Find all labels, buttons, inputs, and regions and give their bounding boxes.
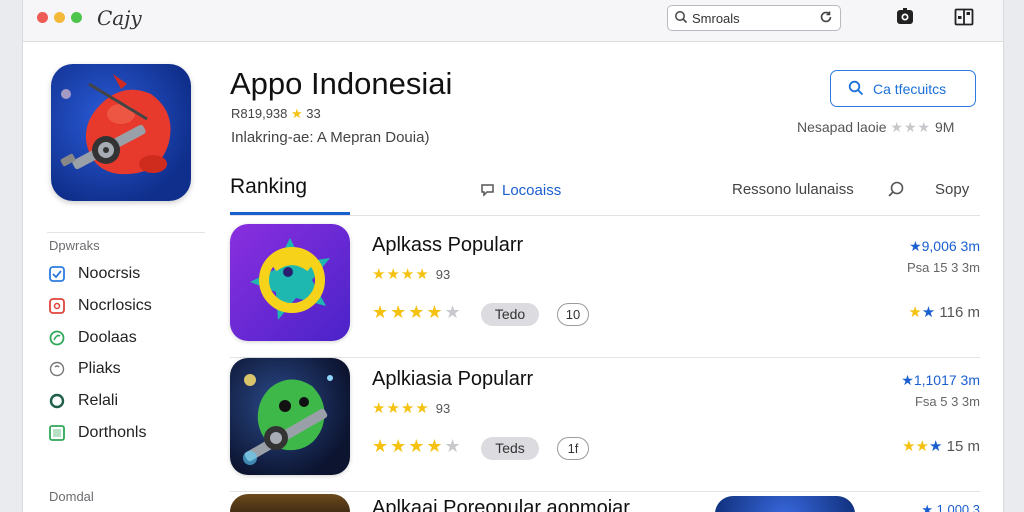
rate-value: 15 m bbox=[946, 438, 980, 455]
user-rating-stars: ★★★★★ bbox=[372, 436, 463, 457]
sidebar-heading: Dpwraks bbox=[49, 238, 100, 253]
row-divider bbox=[230, 491, 980, 492]
sidebar-item-label: Relali bbox=[78, 392, 119, 409]
app-icon bbox=[230, 494, 350, 512]
sidebar-item-nocrlosics[interactable]: Nocrlosics bbox=[49, 295, 209, 317]
stars-filled: ★★★★ bbox=[372, 436, 445, 456]
sidebar-item-dorthonls[interactable]: Dorthonls bbox=[49, 422, 209, 444]
size-label: Fsa 5 3 3m bbox=[914, 394, 980, 409]
stars-empty: ★ bbox=[444, 302, 463, 322]
cta-label: Ca tfecuitcs bbox=[873, 81, 947, 97]
rate-value: 116 m bbox=[939, 304, 980, 321]
app-icon bbox=[230, 358, 350, 475]
stars-empty: ★ bbox=[444, 436, 463, 456]
sidebar-item-label: Doolaas bbox=[78, 329, 137, 346]
search-box[interactable] bbox=[667, 5, 841, 31]
rate-label: ★★★ 15 m bbox=[902, 437, 980, 455]
search-icon bbox=[848, 80, 864, 99]
app-name: Aplkiasia Popularr bbox=[372, 368, 534, 390]
tabs-divider bbox=[230, 215, 980, 216]
stars: ★★★★ bbox=[372, 400, 430, 417]
price-label: ★9,006 3m bbox=[909, 238, 980, 255]
stars: ★★★★ bbox=[372, 266, 430, 283]
list-item[interactable]: Aplkaai Poreopular aopmoiar ★ 1,000 3 bbox=[230, 494, 980, 512]
tab-ranking[interactable]: Ranking bbox=[230, 175, 307, 205]
circle-icon bbox=[49, 361, 65, 377]
star-icon: ★ bbox=[901, 372, 914, 388]
search-icon bbox=[674, 10, 688, 29]
rating-count: 93 bbox=[435, 267, 451, 282]
notification-icon[interactable] bbox=[894, 6, 916, 28]
price-label: ★1,1017 3m bbox=[901, 372, 980, 389]
app-meta-suffix: 33 bbox=[306, 106, 321, 121]
zoom-button[interactable] bbox=[71, 12, 82, 23]
window-title: Cajy bbox=[97, 6, 142, 30]
rating-stars: ★★★ bbox=[890, 119, 932, 135]
promo-banner[interactable] bbox=[715, 496, 855, 512]
price-value: 1,1017 3m bbox=[913, 372, 980, 388]
count-pill[interactable]: 1f bbox=[557, 437, 589, 460]
sidebar-item-relali[interactable]: Relali bbox=[49, 390, 209, 412]
sidebar-divider bbox=[47, 232, 205, 233]
sidebar-item-pliaks[interactable]: Pliaks bbox=[49, 358, 209, 380]
rating-count: 93 bbox=[435, 401, 451, 416]
tab-sort[interactable]: Sopy bbox=[935, 181, 969, 211]
app-meta-prefix: R819,938 bbox=[231, 106, 288, 121]
ring-icon bbox=[49, 393, 65, 409]
chat-icon bbox=[479, 181, 497, 203]
category-pill[interactable]: Teds bbox=[481, 437, 539, 460]
category-pill[interactable]: Tedo bbox=[481, 303, 539, 326]
app-meta: R819,938 ★ 33 bbox=[231, 106, 321, 122]
rating-stars: ★★★★ 93 bbox=[372, 265, 450, 283]
rating-stars: ★★★★ 93 bbox=[372, 399, 450, 417]
app-store-window: Cajy Smroals Dpwraks Noocrsis Nocrlosics… bbox=[22, 0, 1004, 512]
sidebar-item-label: Pliaks bbox=[78, 360, 121, 377]
right-meta-text: Nesapad laoie bbox=[797, 119, 887, 135]
star-icon: ★ bbox=[908, 304, 922, 321]
sidebar-item-label: Noocrsis bbox=[78, 265, 141, 282]
user-rating-stars: ★★★★★ bbox=[372, 302, 463, 323]
leaf-icon bbox=[49, 330, 65, 346]
tab-label: Locoaiss bbox=[502, 182, 562, 199]
search-icon[interactable] bbox=[886, 180, 906, 210]
sidebar-footer-heading: Domdal bbox=[49, 489, 94, 504]
star-icon: ★ bbox=[909, 238, 922, 254]
cta-button[interactable]: Ca tfecuitcs bbox=[830, 70, 976, 107]
app-icon-large bbox=[51, 64, 191, 201]
minimize-button[interactable] bbox=[54, 12, 65, 23]
app-right-meta: Nesapad laoie ★★★ 9M bbox=[797, 119, 954, 136]
title-bar: Cajy bbox=[23, 0, 1003, 42]
check-square-icon bbox=[49, 425, 65, 441]
price-label: ★ 1,000 3 bbox=[921, 502, 980, 512]
list-item[interactable]: Aplkass Popularr ★★★★ 93 ★★★★★ Tedo 10 ★9… bbox=[230, 224, 980, 358]
list-item[interactable]: Aplkiasia Popularr ★★★★ 93 ★★★★★ Teds 1f … bbox=[230, 358, 980, 492]
app-name: Aplkaai Poreopular aopmoiar bbox=[372, 497, 630, 512]
size-label: Psa 15 3 3m bbox=[907, 260, 980, 275]
app-subtitle: Inlakring-ae: A Mepran Douia) bbox=[231, 129, 430, 146]
sidebar-toggle-icon[interactable] bbox=[953, 6, 975, 28]
count-pill[interactable]: 10 bbox=[557, 303, 589, 326]
sidebar-item-label: Nocrlosics bbox=[78, 297, 152, 314]
app-title: Appo Indonesiai bbox=[230, 66, 453, 101]
reload-icon[interactable] bbox=[818, 9, 834, 30]
star-icon: ★ bbox=[921, 304, 936, 321]
star-icon: ★★ bbox=[902, 438, 930, 455]
sidebar-item-noocrsis[interactable]: Noocrsis bbox=[49, 263, 209, 285]
right-meta-size: 9M bbox=[934, 119, 955, 135]
app-name: Aplkass Popularr bbox=[372, 234, 524, 256]
star-icon: ★ bbox=[929, 438, 943, 455]
rate-label: ★★ 116 m bbox=[908, 303, 980, 321]
stars-filled: ★★★★ bbox=[372, 302, 445, 322]
sidebar-item-label: Dorthonls bbox=[78, 424, 147, 441]
tab-ressono[interactable]: Ressono lulanaiss bbox=[732, 181, 854, 211]
checkbox-icon bbox=[49, 266, 65, 282]
close-button[interactable] bbox=[37, 12, 48, 23]
price-value: 9,006 3m bbox=[921, 238, 980, 254]
badge-icon bbox=[49, 298, 65, 314]
app-icon bbox=[230, 224, 350, 341]
star-icon: ★ bbox=[291, 106, 303, 121]
search-input[interactable] bbox=[692, 9, 812, 27]
sidebar-item-doolaas[interactable]: Doolaas bbox=[49, 327, 209, 349]
